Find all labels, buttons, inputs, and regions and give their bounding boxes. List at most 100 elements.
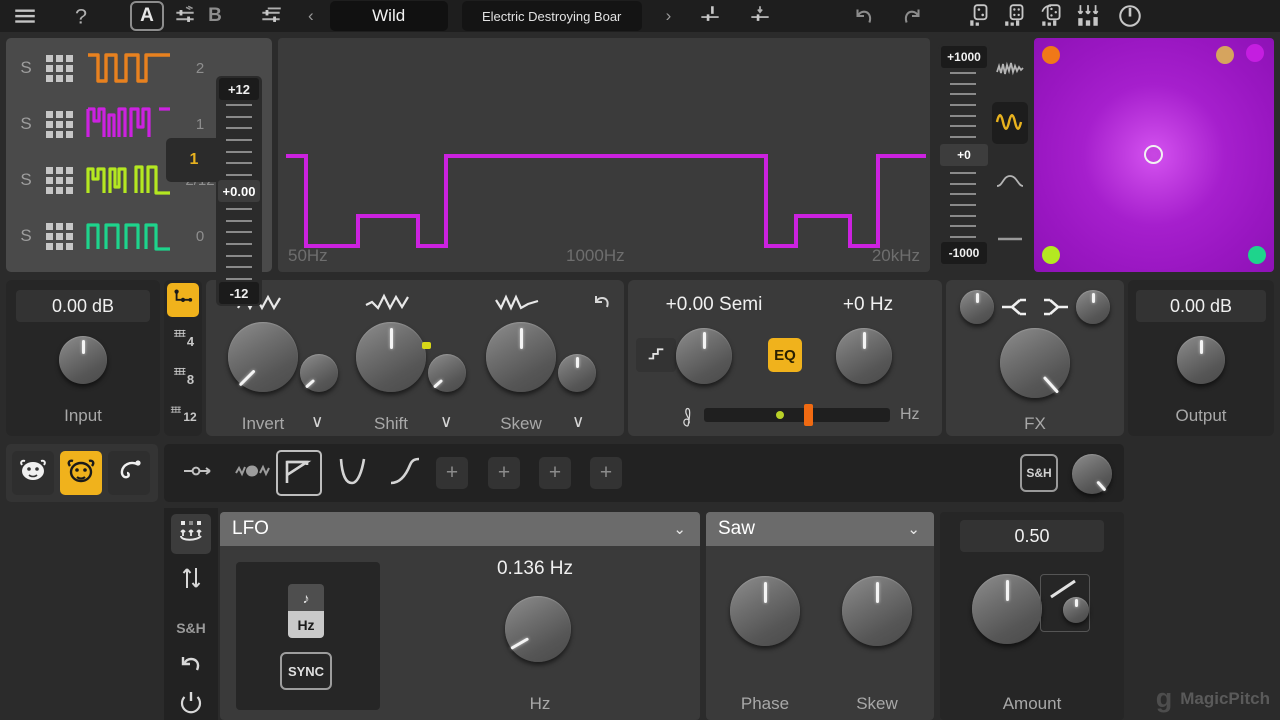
hz-range-slider[interactable]	[704, 404, 890, 426]
dice-button-2[interactable]	[1003, 1, 1029, 31]
copy-a-to-b-button[interactable]	[172, 1, 198, 31]
top-far-right-dot[interactable]	[1246, 44, 1264, 62]
invert-dropdown[interactable]: ∨	[311, 412, 323, 432]
multi-anchor-button[interactable]	[171, 514, 211, 554]
dot-grid-icon[interactable]	[46, 111, 80, 138]
solo-button[interactable]: S	[6, 170, 46, 190]
preset-b-button[interactable]: B	[198, 5, 232, 27]
amount-curve-knob[interactable]	[1063, 597, 1089, 623]
rfader-handle[interactable]: +0	[940, 144, 988, 166]
preset-name-button[interactable]: Electric Destroying Boar	[461, 1, 642, 31]
next-preset-button[interactable]: ›	[660, 6, 678, 26]
hz-range-marker[interactable]	[804, 404, 813, 426]
waveform-thumbnail[interactable]	[86, 157, 172, 203]
top-right-dot[interactable]	[1216, 46, 1234, 64]
line-node-button[interactable]	[176, 450, 222, 496]
top-left-dot[interactable]	[1042, 46, 1060, 64]
envelope-step-button[interactable]	[276, 450, 322, 496]
music-note-icon[interactable]: ♪	[288, 584, 324, 611]
fx-left-knob[interactable]	[960, 290, 994, 324]
grid-12-button[interactable]: 12	[167, 397, 199, 431]
menu-button[interactable]	[12, 1, 38, 31]
add-modulator-button-4[interactable]: +	[590, 457, 622, 489]
input-value[interactable]: 0.00 dB	[16, 290, 150, 322]
preset-a-button[interactable]: A	[130, 1, 164, 31]
waveform-skew-knob[interactable]	[842, 576, 912, 646]
xy-handle[interactable]	[1144, 145, 1163, 164]
sync-button[interactable]: SYNC	[280, 652, 332, 690]
invert-mod-knob[interactable]	[300, 354, 338, 392]
oscillator-index-badge[interactable]: 1	[166, 138, 222, 182]
quantize-button[interactable]	[636, 338, 676, 372]
oscillator-value[interactable]: 2	[172, 60, 228, 77]
noisy-wave-button[interactable]	[992, 50, 1028, 92]
bull-face-button[interactable]	[60, 451, 102, 495]
add-modulator-button-1[interactable]: +	[436, 457, 468, 489]
fx-right-knob[interactable]	[1076, 290, 1110, 324]
lfo-type-dropdown[interactable]: LFO ⌄	[220, 512, 700, 546]
skew-dropdown[interactable]: ∨	[572, 412, 584, 432]
dot-grid-icon[interactable]	[46, 167, 80, 194]
lfo-rate-knob[interactable]	[505, 596, 571, 662]
sample-hold-button[interactable]: S&H	[1020, 454, 1058, 492]
mixer-button-2[interactable]	[747, 1, 773, 31]
modulator-sample-hold-button[interactable]: S&H	[171, 608, 211, 648]
amount-curve-box[interactable]	[1040, 574, 1090, 632]
invert-knob[interactable]	[228, 322, 298, 392]
copy-b-to-a-button[interactable]	[258, 1, 284, 31]
shift-dropdown[interactable]: ∨	[440, 412, 452, 432]
bottom-right-dot[interactable]	[1248, 246, 1266, 264]
cents-fader[interactable]: +1000 +0 -1000	[938, 44, 990, 266]
redo-button[interactable]	[899, 1, 925, 31]
semitone-value[interactable]: +0.00 Semi	[640, 288, 788, 322]
undo-button[interactable]	[851, 1, 877, 31]
cow-face-button[interactable]	[12, 451, 54, 495]
shift-knob[interactable]	[356, 322, 426, 392]
fx-knob[interactable]	[1000, 328, 1070, 398]
v-shape-button[interactable]	[330, 450, 376, 496]
skew-knob[interactable]	[486, 322, 556, 392]
output-value[interactable]: 0.00 dB	[1136, 290, 1266, 322]
input-knob[interactable]	[59, 336, 107, 384]
xy-pad[interactable]	[1034, 38, 1274, 272]
smooth-curve-button[interactable]	[992, 162, 1028, 204]
randomize-button[interactable]	[1075, 1, 1101, 31]
solo-button[interactable]: S	[6, 58, 46, 78]
solo-button[interactable]: S	[6, 114, 46, 134]
sine-wave-button[interactable]	[992, 102, 1028, 144]
dot-grid-icon[interactable]	[46, 55, 80, 82]
note-hz-toggle[interactable]: ♪ Hz	[288, 584, 324, 638]
shift-mod-knob[interactable]	[428, 354, 466, 392]
amount-value[interactable]: 0.50	[960, 520, 1104, 552]
add-modulator-button-2[interactable]: +	[488, 457, 520, 489]
sample-hold-knob[interactable]	[1072, 454, 1112, 494]
hz-value[interactable]: +0 Hz	[806, 288, 930, 322]
shaper-reset-button[interactable]	[590, 290, 614, 319]
horn-button[interactable]	[108, 451, 150, 495]
help-button[interactable]: ?	[68, 1, 94, 31]
prev-preset-button[interactable]: ‹	[302, 6, 320, 26]
bipolar-button[interactable]	[171, 560, 211, 600]
preset-category-button[interactable]: Wild	[329, 1, 448, 31]
eq-button[interactable]: EQ	[768, 338, 802, 372]
waveform-type-dropdown[interactable]: Saw ⌄	[706, 512, 934, 546]
solo-button[interactable]: S	[6, 226, 46, 246]
s-curve-button[interactable]	[382, 450, 428, 496]
dot-grid-icon[interactable]	[46, 223, 80, 250]
bottom-left-dot[interactable]	[1042, 246, 1060, 264]
waveform-thumbnail[interactable]	[86, 213, 172, 259]
phase-knob[interactable]	[730, 576, 800, 646]
skew-mod-knob[interactable]	[558, 354, 596, 392]
lfo-rate-value[interactable]: 0.136 Hz	[450, 554, 620, 584]
grid-4-button[interactable]: 4	[167, 321, 199, 355]
semitone-fader[interactable]: +12 +0.00 -12	[216, 76, 262, 306]
flat-line-button[interactable]	[992, 220, 1028, 262]
noise-blob-button[interactable]	[230, 450, 276, 496]
power-button[interactable]	[1117, 1, 1143, 31]
spectrum-display[interactable]: 50Hz 1000Hz 20kHz	[278, 38, 930, 272]
waveform-thumbnail[interactable]	[86, 101, 172, 147]
modulator-power-button[interactable]	[171, 684, 211, 720]
hz-knob[interactable]	[836, 328, 892, 384]
fader-handle[interactable]: +0.00	[218, 180, 260, 202]
dice-button-1[interactable]	[967, 1, 993, 31]
